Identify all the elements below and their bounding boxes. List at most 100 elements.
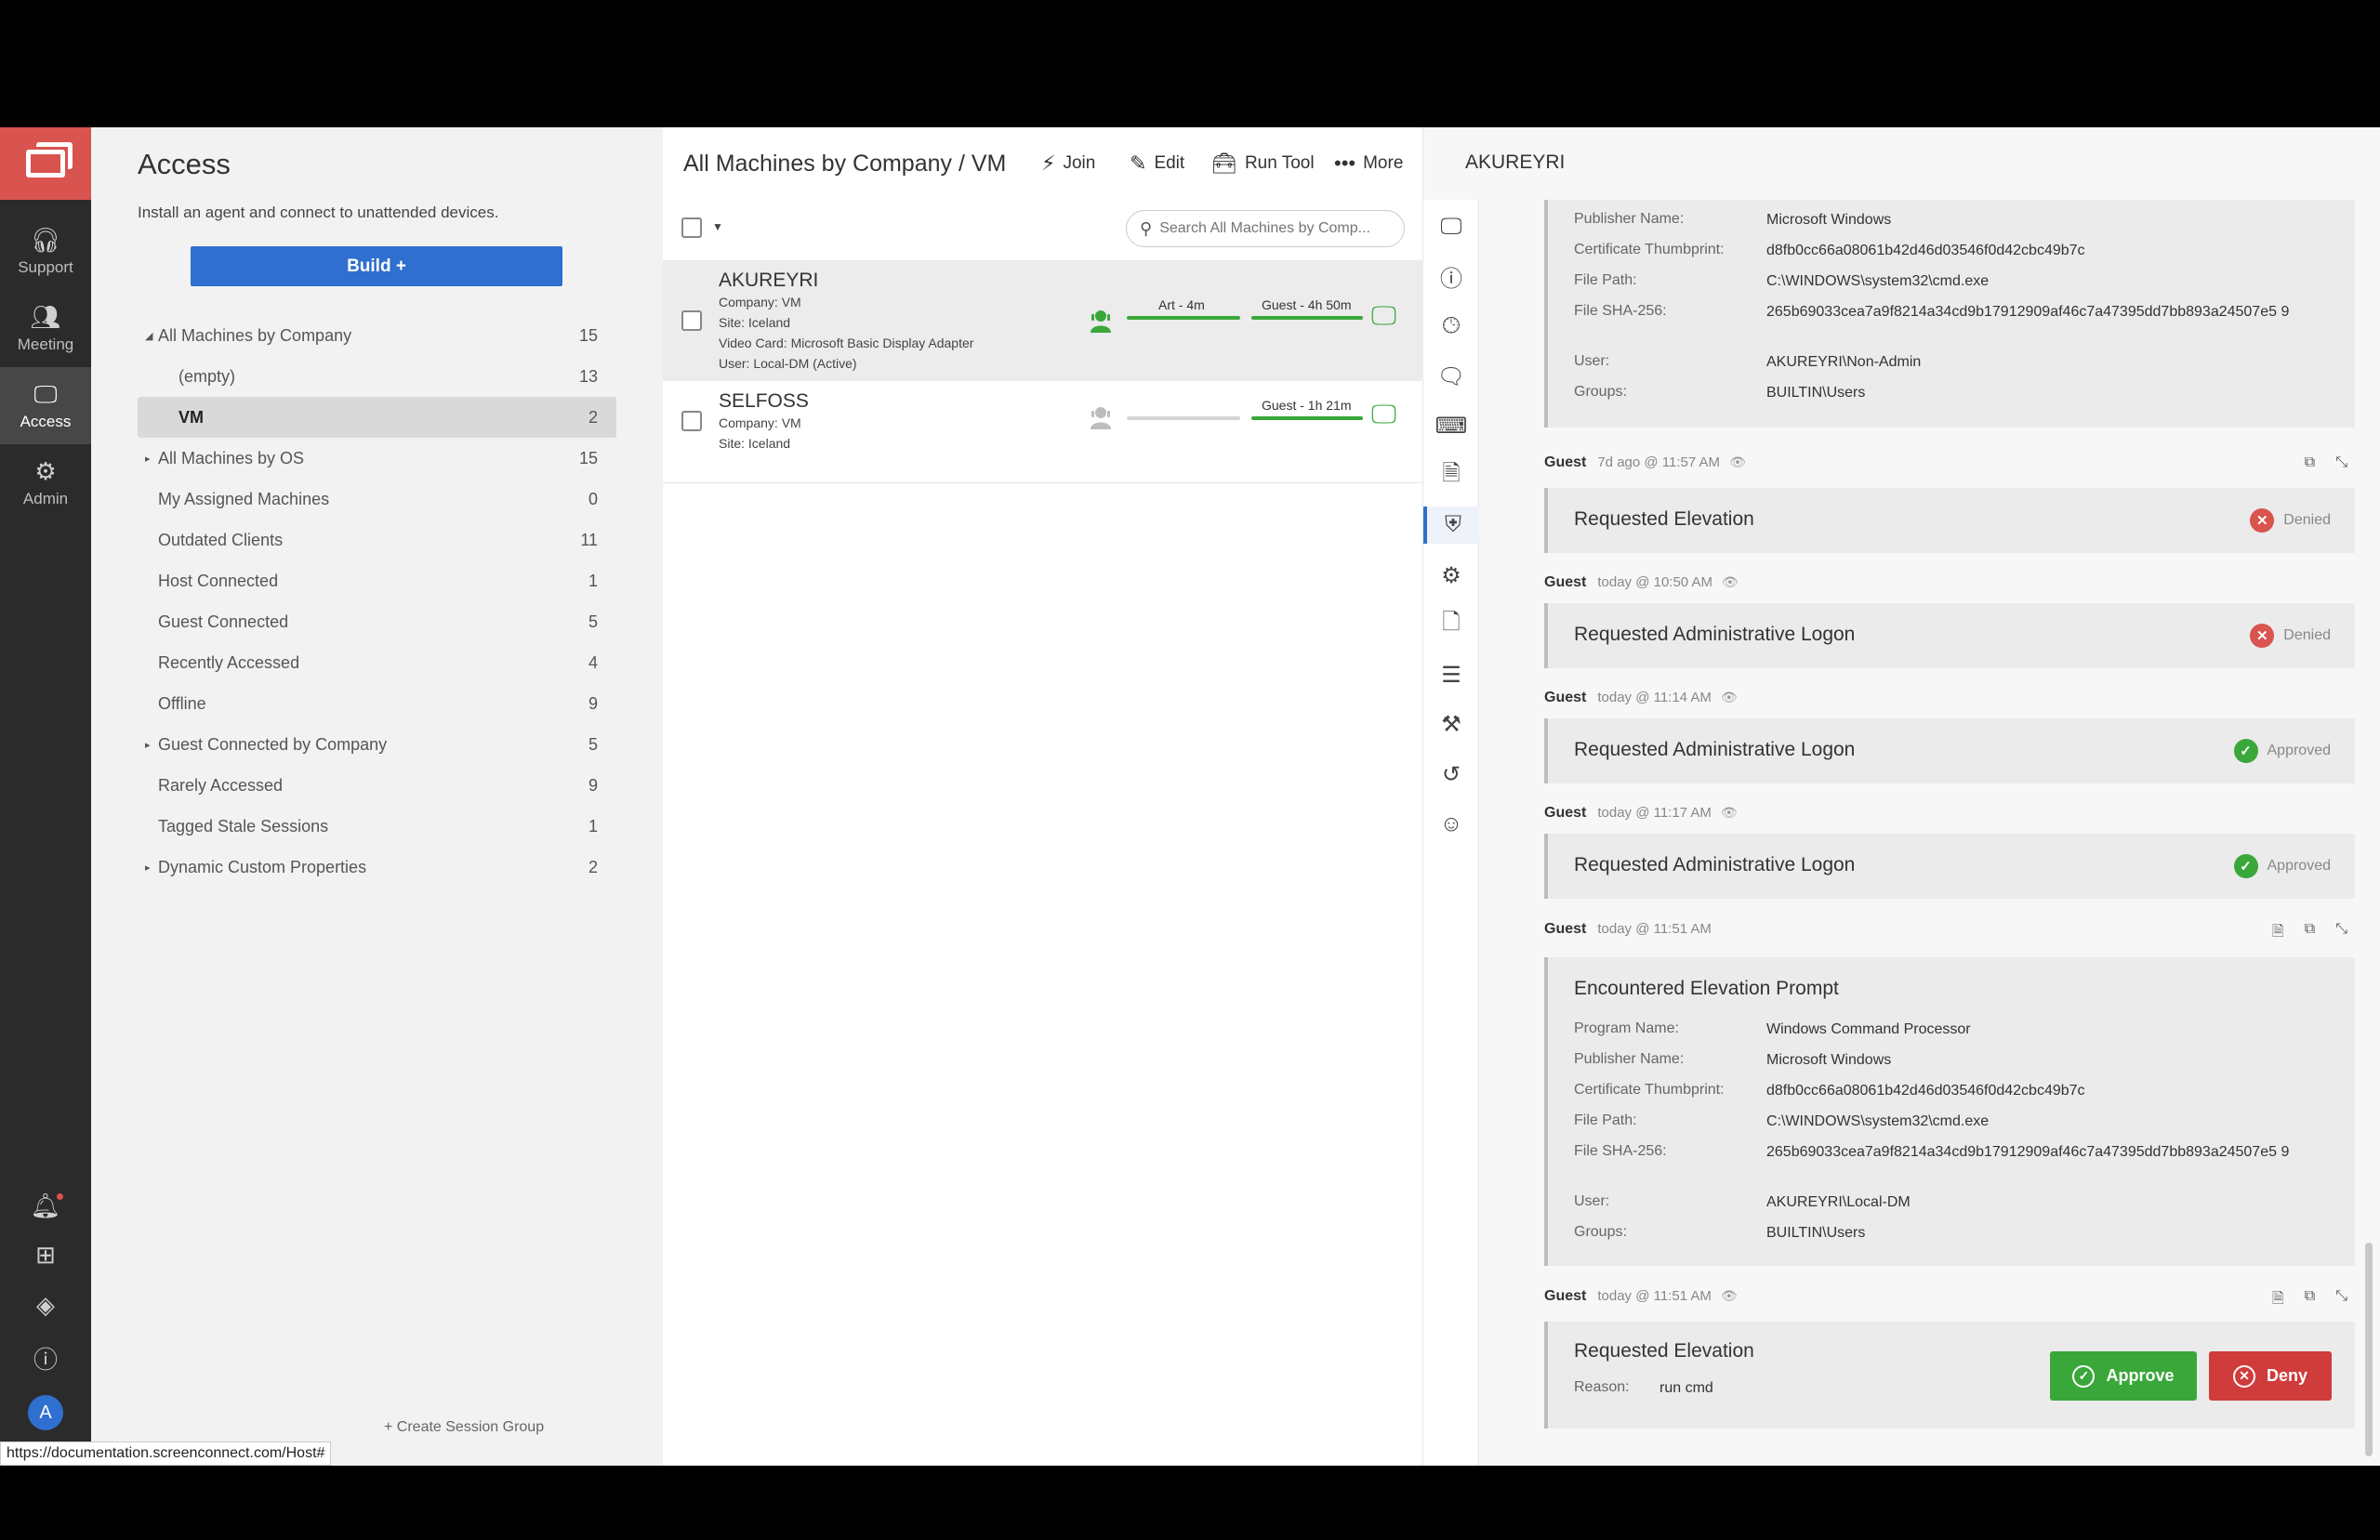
eye-icon[interactable]: 👁︎ <box>1721 1288 1738 1303</box>
collapsed-caret-icon[interactable]: ▸ <box>145 453 158 465</box>
copy-icon[interactable]: ⧉ <box>2305 921 2315 946</box>
group-host-connected[interactable]: Host Connected 1 <box>138 560 616 601</box>
tab-list-icon[interactable]: ☰ <box>1423 656 1479 693</box>
expand-icon[interactable]: ⤡ <box>2335 1288 2347 1313</box>
help-button[interactable]: ⓘ <box>0 1341 91 1375</box>
machine-row-selfoss[interactable]: SELFOSS Company: VM Site: Iceland Guest … <box>663 381 1423 483</box>
event-author: Guest <box>1544 454 1587 470</box>
expand-icon[interactable]: ⤡ <box>2335 454 2347 471</box>
group-my-assigned-machines[interactable]: My Assigned Machines 0 <box>138 479 616 520</box>
notifications-button[interactable]: 🔔︎ <box>0 1191 91 1220</box>
group-offline[interactable]: Offline 9 <box>138 683 616 724</box>
group-guest-connected[interactable]: Guest Connected 5 <box>138 601 616 642</box>
group-label: Host Connected <box>158 571 279 590</box>
detail-tab-bar: 🖵︎ ⓘ 🕒︎ 🗨︎ ⌨︎ 🗎︎ ⛨ ⚙ 🗋︎ ☰ ⚒︎ ↺ ☺︎ <box>1423 200 1479 1466</box>
row-checkbox[interactable] <box>681 411 702 431</box>
kv-value: d8fb0cc66a08061b42d46d03546f0d42cbc49b7c <box>1766 1083 2085 1099</box>
group-tagged-stale-sessions[interactable]: Tagged Stale Sessions 1 <box>138 806 616 847</box>
help-icon: ⓘ <box>33 1346 58 1374</box>
eye-icon[interactable]: 👁︎ <box>1722 574 1739 589</box>
run-tool-button[interactable]: 🧰︎ Run Tool <box>1211 151 1315 176</box>
group-count: 2 <box>588 407 598 427</box>
group-empty[interactable]: (empty) 13 <box>138 356 616 397</box>
copy-icon[interactable]: ⧉ <box>2305 1288 2315 1313</box>
document-icon[interactable]: 🗎︎ <box>2272 1288 2284 1313</box>
tab-account-icon[interactable]: ☺︎ <box>1423 806 1479 843</box>
edit-button[interactable]: ✎ Edit <box>1130 151 1184 176</box>
eye-icon[interactable]: 👁︎ <box>1721 805 1738 820</box>
select-options-caret-icon[interactable]: ▼ <box>712 220 723 233</box>
event-title: Requested Administrative Logon <box>1574 739 1856 760</box>
group-count: 9 <box>588 775 598 795</box>
screen-monitor-icon[interactable]: 🖵︎ <box>1371 301 1396 332</box>
machine-search[interactable]: ⚲ <box>1126 210 1405 247</box>
group-recently-accessed[interactable]: Recently Accessed 4 <box>138 642 616 683</box>
expand-icon[interactable]: ⤡ <box>2335 921 2347 946</box>
expanded-caret-icon[interactable]: ◢ <box>145 330 158 342</box>
group-count: 15 <box>578 325 598 345</box>
kv-value: BUILTIN\Users <box>1766 1225 1866 1241</box>
tab-commands-icon[interactable]: ⌨︎ <box>1423 407 1479 444</box>
kv-value: Microsoft Windows <box>1766 212 1892 228</box>
tab-toolbox-icon[interactable]: ⚒︎ <box>1423 705 1479 743</box>
group-count: 11 <box>580 530 598 549</box>
collapsed-caret-icon[interactable]: ▸ <box>145 862 158 874</box>
rail-access[interactable]: 🖵︎ Access <box>0 367 91 444</box>
rail-admin[interactable]: ⚙ Admin <box>0 444 91 521</box>
extensions-button[interactable]: ⊞ <box>0 1241 91 1270</box>
user-menu[interactable]: A <box>0 1395 91 1430</box>
search-input[interactable] <box>1159 220 1383 237</box>
group-dynamic-custom-properties[interactable]: ▸ Dynamic Custom Properties 2 <box>138 847 616 888</box>
tab-timeline-icon[interactable]: 🕒︎ <box>1423 308 1479 345</box>
event-time: today @ 11:51 AM <box>1597 921 1712 937</box>
group-vm[interactable]: VM 2 <box>138 397 616 438</box>
event-header: Guest today @ 11:51 AM 👁︎ 🗎︎ ⧉ ⤡ <box>1544 1288 2355 1310</box>
event-time: today @ 11:51 AM <box>1597 1288 1712 1304</box>
eye-icon[interactable]: 👁︎ <box>1721 690 1738 704</box>
kv-value: Windows Command Processor <box>1766 1021 1971 1037</box>
join-button[interactable]: ⚡︎ Join <box>1041 151 1095 176</box>
approve-button[interactable]: ✓ Approve <box>2050 1351 2197 1401</box>
kv-value: Microsoft Windows <box>1766 1052 1892 1068</box>
group-guest-connected-by-company[interactable]: ▸ Guest Connected by Company 5 <box>138 724 616 765</box>
group-outdated-clients[interactable]: Outdated Clients 11 <box>138 520 616 560</box>
eye-icon[interactable]: 👁︎ <box>1729 454 1746 469</box>
collapsed-caret-icon[interactable]: ▸ <box>145 739 158 751</box>
rail-support[interactable]: 🎧︎ Support <box>0 213 91 290</box>
tab-file-search-icon[interactable]: 🗋︎ <box>1423 606 1479 643</box>
deny-button[interactable]: ✕ Deny <box>2209 1351 2332 1401</box>
build-button[interactable]: Build + <box>191 246 562 286</box>
group-all-machines-by-company[interactable]: ◢ All Machines by Company 15 <box>138 315 616 356</box>
tab-general-icon[interactable]: ⓘ <box>1423 257 1479 295</box>
event-card: Requested Administrative Logon ✕ Denied <box>1544 603 2355 668</box>
host-connection-bar <box>1127 316 1240 320</box>
brand-logo[interactable] <box>0 127 91 200</box>
join-label: Join <box>1063 153 1096 173</box>
page-subtitle: Install an agent and connect to unattend… <box>138 204 499 221</box>
copy-icon[interactable]: ⧉ <box>2305 454 2315 471</box>
select-all-checkbox[interactable] <box>681 217 702 238</box>
screen-monitor-icon[interactable]: 🖵︎ <box>1371 400 1396 430</box>
event-author: Guest <box>1544 690 1587 705</box>
tab-history-icon[interactable]: ↺ <box>1423 756 1479 793</box>
group-rarely-accessed[interactable]: Rarely Accessed 9 <box>138 765 616 806</box>
feed-scrollbar[interactable] <box>2365 1243 2373 1456</box>
tab-start-icon[interactable]: 🖵︎ <box>1423 208 1479 245</box>
guest-connection-bar <box>1251 316 1363 320</box>
status-text: Approved <box>2267 858 2332 874</box>
document-icon[interactable]: 🗎︎ <box>2272 921 2284 946</box>
gear-icon: ⚙ <box>34 456 57 485</box>
tab-notes-icon[interactable]: 🗎︎ <box>1423 457 1479 494</box>
rail-meeting[interactable]: 👥︎ Meeting <box>0 290 91 367</box>
group-label: All Machines by OS <box>158 448 305 467</box>
tab-device-icon[interactable]: ⚙ <box>1423 557 1479 594</box>
whats-new-button[interactable]: ◈ <box>0 1291 91 1320</box>
group-all-machines-by-os[interactable]: ▸ All Machines by OS 15 <box>138 438 616 479</box>
row-checkbox[interactable] <box>681 310 702 331</box>
tab-messages-icon[interactable]: 🗨︎ <box>1423 358 1479 395</box>
machine-row-akureyri[interactable]: AKUREYRI Company: VM Site: Iceland Video… <box>663 260 1423 381</box>
create-session-group-link[interactable]: + Create Session Group <box>384 1419 544 1436</box>
tab-security-shield-icon[interactable]: ⛨ <box>1423 507 1479 544</box>
event-title: Requested Elevation <box>1574 1340 1754 1362</box>
more-button[interactable]: ••• More <box>1334 151 1403 176</box>
